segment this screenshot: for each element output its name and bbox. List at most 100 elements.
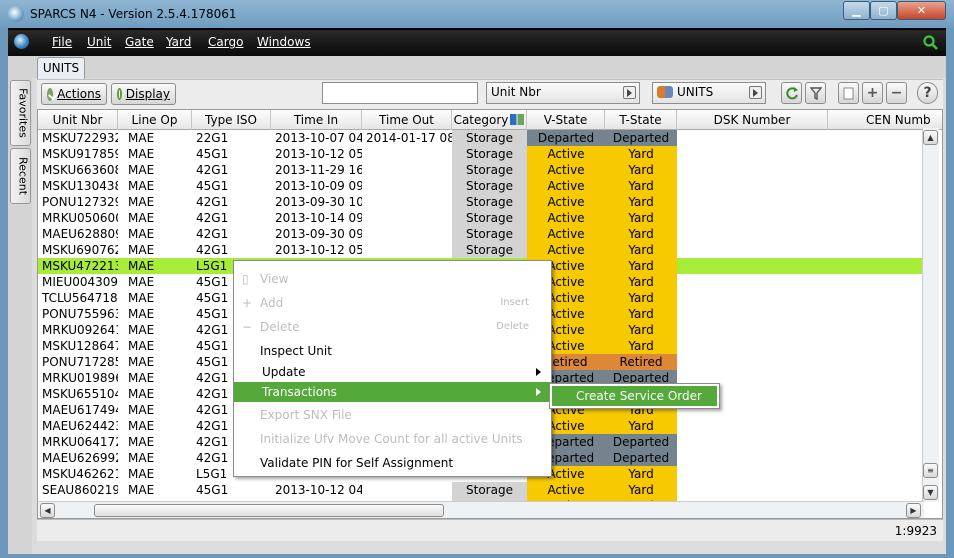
menu-item-update[interactable]: Update [234, 362, 551, 382]
cell-unit: MSKU6907627 [42, 243, 118, 257]
col-time-out[interactable]: Time Out [362, 110, 452, 130]
add-button[interactable]: + [862, 82, 883, 104]
col-dsk-number[interactable]: DSK Number [677, 110, 828, 130]
col-category[interactable]: Category [452, 110, 527, 130]
menu-cargo[interactable]: Cargo [208, 35, 243, 49]
col-cen-number[interactable]: CEN Numb [828, 110, 942, 130]
cell-cat: Storage [452, 482, 527, 498]
menu-item-create-service-order[interactable]: Create Service Order [552, 386, 717, 406]
tab-units[interactable]: UNITS [37, 57, 85, 79]
table-row[interactable]: PONU1273290 MAE 42G1 2013-09-30 10:02 Storag… [38, 194, 924, 210]
menu-item-add[interactable]: + Add Insert [234, 293, 551, 313]
cell-unit: MRKU0926417 [42, 323, 118, 337]
menu-file[interactable]: File [52, 35, 72, 49]
cell-line: MAE [128, 227, 155, 241]
col-time-in[interactable]: Time In [271, 110, 362, 130]
horizontal-scrollbar[interactable]: ◀ ▶ [38, 501, 924, 518]
menu-item-transactions[interactable]: Transactions [234, 382, 551, 402]
menu-unit[interactable]: Unit [87, 35, 111, 49]
display-icon [117, 88, 122, 100]
scroll-right-icon[interactable]: ▶ [906, 503, 921, 518]
vertical-scrollbar[interactable]: ▲ ≡ ▼ [922, 128, 939, 502]
document-icon [843, 87, 854, 99]
search-input[interactable] [322, 82, 478, 104]
menu-item-validate-pin[interactable]: Validate PIN for Self Assignment [234, 453, 551, 473]
submenu-arrow-icon [536, 368, 541, 376]
cell-v: Active [527, 178, 605, 194]
dropdown-arrow-icon[interactable] [749, 86, 762, 99]
table-row[interactable]: MSKU7229329 MAE 22G1 2013-10-07 04:37 2014-0… [38, 130, 924, 146]
menu-yard[interactable]: Yard [166, 35, 191, 49]
search-icon[interactable] [922, 34, 940, 52]
view-icon: ▯ [242, 272, 249, 286]
favorites-tab[interactable]: Favorites [10, 80, 31, 146]
refresh-button[interactable] [781, 82, 802, 104]
cell-line: MAE [128, 179, 155, 193]
units-icon [657, 86, 673, 98]
cell-iso: 42G1 [196, 163, 229, 177]
field-select[interactable]: Unit Nbr [486, 82, 640, 104]
cell-v: Active [527, 210, 605, 226]
status-bar: 1:9923 [37, 519, 943, 541]
scroll-down-icon[interactable]: ▼ [923, 485, 938, 500]
recent-tab[interactable]: Recent [10, 148, 31, 204]
cell-tout [362, 226, 452, 242]
menu-item-view[interactable]: ▯ View [234, 269, 551, 289]
scroll-left-icon[interactable]: ◀ [40, 503, 55, 518]
cell-line: MAE [128, 195, 155, 209]
context-menu: ▯ View + Add Insert − Delete Delete Insp… [233, 260, 552, 477]
cell-line: MAE [128, 371, 155, 385]
table-row[interactable]: MSKU9178597 MAE 45G1 2013-10-12 05:08 Storag… [38, 146, 924, 162]
menu-item-export-snx[interactable]: Export SNX File [234, 405, 551, 425]
cell-unit: PONU7172856 [42, 355, 118, 369]
actions-button[interactable]: Actions [41, 83, 107, 105]
entity-select[interactable]: UNITS [652, 82, 766, 104]
menu-item-initialize-ufv[interactable]: Initialize Ufv Move Count for all active… [234, 429, 551, 449]
view-button[interactable] [838, 82, 859, 104]
col-t-state[interactable]: T-State [605, 110, 677, 130]
horizontal-scroll-thumb[interactable] [94, 504, 444, 517]
menu-item-delete[interactable]: − Delete Delete [234, 317, 551, 337]
table-row[interactable]: MRKU0506008 MAE 42G1 2013-10-14 09:35 Storag… [38, 210, 924, 226]
cell-tout: 2014-01-17 08:57 [366, 131, 452, 145]
cell-t: Yard [605, 418, 677, 434]
table-row[interactable]: SEAU8602190 MAE 45G1 2013-10-12 04:41 Storag… [38, 482, 924, 498]
col-v-state[interactable]: V-State [527, 110, 605, 130]
table-row[interactable]: MAEU6288099 MAE 42G1 2013-09-30 09:39 Storag… [38, 226, 924, 242]
cell-iso: 45G1 [196, 147, 229, 161]
filter-button[interactable] [805, 82, 826, 104]
menu-item-inspect-unit[interactable]: Inspect Unit [234, 341, 551, 361]
cell-unit: MSKU6636084 [42, 163, 118, 177]
menu-gate[interactable]: Gate [125, 35, 154, 49]
close-button[interactable]: ✕ [897, 1, 946, 20]
remove-button[interactable]: − [886, 82, 907, 104]
table-row[interactable]: MSKU6636084 MAE 42G1 2013-11-29 16:26 Storag… [38, 162, 924, 178]
display-button[interactable]: Display [111, 83, 176, 105]
dropdown-arrow-icon[interactable] [623, 86, 636, 99]
display-button-label: Display [125, 87, 170, 101]
cell-t: Departed [605, 450, 677, 466]
cell-line: MAE [128, 291, 155, 305]
col-type-iso[interactable]: Type ISO [192, 110, 271, 130]
scroll-up-icon[interactable]: ▲ [923, 130, 938, 145]
help-button[interactable]: ? [917, 82, 938, 104]
menu-bar: File Unit Gate Yard Cargo Windows [8, 30, 946, 56]
cell-tin: 2013-09-30 09:39 [275, 227, 362, 241]
cell-unit: MIEU0043095 [42, 275, 118, 289]
minimize-button[interactable]: ▁ [843, 1, 870, 20]
globe-icon[interactable] [14, 34, 29, 49]
col-line-op[interactable]: Line Op [118, 110, 192, 130]
menu-windows[interactable]: Windows [257, 35, 311, 49]
col-unit-nbr[interactable]: Unit Nbr [38, 110, 118, 130]
minus-icon: − [890, 85, 903, 101]
cell-tin: 2013-10-12 04:41 [275, 483, 362, 497]
cell-tin: 2013-09-30 10:02 [275, 195, 362, 209]
table-row[interactable]: MSKU1304385 MAE 45G1 2013-10-09 09:19 Storag… [38, 178, 924, 194]
cell-tout [362, 146, 452, 162]
cell-v: Active [527, 194, 605, 210]
table-row[interactable]: MSKU6907627 MAE 42G1 2013-10-12 05:09 Storag… [38, 242, 924, 258]
tab-strip [32, 56, 946, 78]
cell-line: MAE [128, 483, 155, 497]
maximize-button[interactable]: ▢ [870, 1, 897, 20]
scroll-thumb[interactable]: ≡ [923, 463, 938, 478]
